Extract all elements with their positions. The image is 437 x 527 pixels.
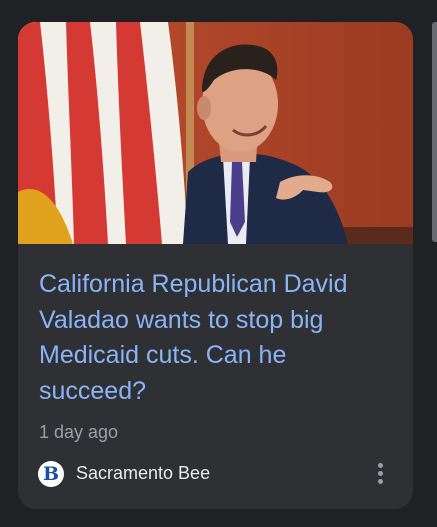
news-card[interactable]: California Republican David Valadao want… (18, 22, 413, 509)
article-headline[interactable]: California Republican David Valadao want… (39, 267, 389, 409)
more-options-button[interactable] (366, 459, 396, 489)
more-vert-icon-dot (378, 471, 383, 476)
article-timestamp: 1 day ago (39, 422, 119, 442)
source-name[interactable]: Sacramento Bee (76, 463, 210, 484)
more-vert-icon-dot (378, 479, 383, 484)
source-logo-letter: B (42, 463, 60, 485)
more-vert-icon (378, 463, 383, 468)
source-row: B Sacramento Bee (38, 459, 396, 489)
article-image[interactable] (18, 22, 413, 244)
source-logo-icon: B (38, 461, 64, 487)
next-card-edge[interactable] (432, 22, 437, 242)
